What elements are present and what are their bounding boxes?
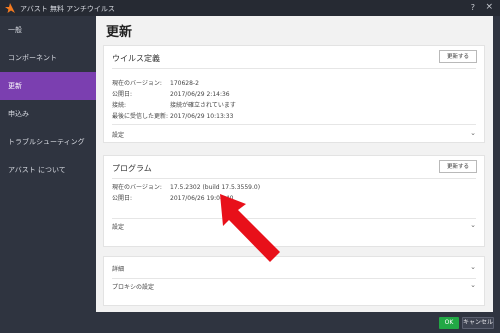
chevron-down-icon: ⌄ xyxy=(470,263,476,271)
footer-bar: OK キャンセル xyxy=(96,312,500,333)
cancel-button[interactable]: キャンセル xyxy=(462,317,494,329)
advanced-settings-card: 詳細 ⌄ プロキシの設定 ⌄ xyxy=(103,256,485,306)
update-program-button[interactable]: 更新する xyxy=(439,160,477,173)
sidebar-item-update[interactable]: 更新 xyxy=(0,72,96,100)
divider xyxy=(112,68,476,69)
chevron-down-icon: ⌄ xyxy=(470,221,476,229)
page-title: 更新 xyxy=(106,25,133,40)
divider xyxy=(112,278,476,279)
program-settings-dropdown[interactable]: 設定 ⌄ xyxy=(112,221,476,232)
sidebar-item-components[interactable]: コンポーネント xyxy=(0,44,96,72)
ok-button[interactable]: OK xyxy=(439,317,459,329)
update-virus-button[interactable]: 更新する xyxy=(439,50,477,63)
window-title: アバスト 無料 アンチウイルス xyxy=(20,5,115,13)
avast-logo-icon xyxy=(5,3,15,13)
red-arrow-annotation xyxy=(220,194,280,262)
sidebar-item-general[interactable]: 一般 xyxy=(0,16,96,44)
info-row: 公開日: 2017/06/29 2:14:36 xyxy=(112,91,230,98)
sidebar: 一般 コンポーネント 更新 申込み トラブルシューティング アバスト について xyxy=(0,16,96,333)
card-title: ウイルス定義 xyxy=(112,54,160,63)
divider xyxy=(112,178,476,179)
proxy-settings-dropdown[interactable]: プロキシの設定 ⌄ xyxy=(112,281,476,292)
info-row: 現在のバージョン: 170628-2 xyxy=(112,80,199,87)
divider xyxy=(112,218,476,219)
title-bar: アバスト 無料 アンチウイルス ? × xyxy=(0,0,500,16)
close-icon[interactable]: × xyxy=(485,2,493,12)
details-dropdown[interactable]: 詳細 ⌄ xyxy=(112,263,476,274)
chevron-down-icon: ⌄ xyxy=(470,281,476,289)
virus-definitions-card: ウイルス定義 更新する 現在のバージョン: 170628-2 公開日: 2017/0… xyxy=(103,45,485,143)
divider xyxy=(112,124,476,125)
card-title: プログラム xyxy=(112,164,152,173)
sidebar-item-about[interactable]: アバスト について xyxy=(0,156,96,184)
virus-settings-dropdown[interactable]: 設定 ⌄ xyxy=(112,129,476,140)
app-window: アバスト 無料 アンチウイルス ? × 一般 コンポーネント 更新 申込み トラ… xyxy=(0,0,500,333)
sidebar-item-subscription[interactable]: 申込み xyxy=(0,100,96,128)
sidebar-item-troubleshooting[interactable]: トラブルシューティング xyxy=(0,128,96,156)
info-row: 接続: 接続が確立されています xyxy=(112,102,236,109)
chevron-down-icon: ⌄ xyxy=(470,129,476,137)
program-card: プログラム 更新する 現在のバージョン: 17.5.2302 (build 17.… xyxy=(103,155,485,247)
main-panel: 更新 ウイルス定義 更新する 現在のバージョン: 170628-2 公開日: 201… xyxy=(96,16,493,312)
info-row: 最後に受信した更新: 2017/06/29 10:13:33 xyxy=(112,113,234,120)
help-icon[interactable]: ? xyxy=(471,3,475,12)
